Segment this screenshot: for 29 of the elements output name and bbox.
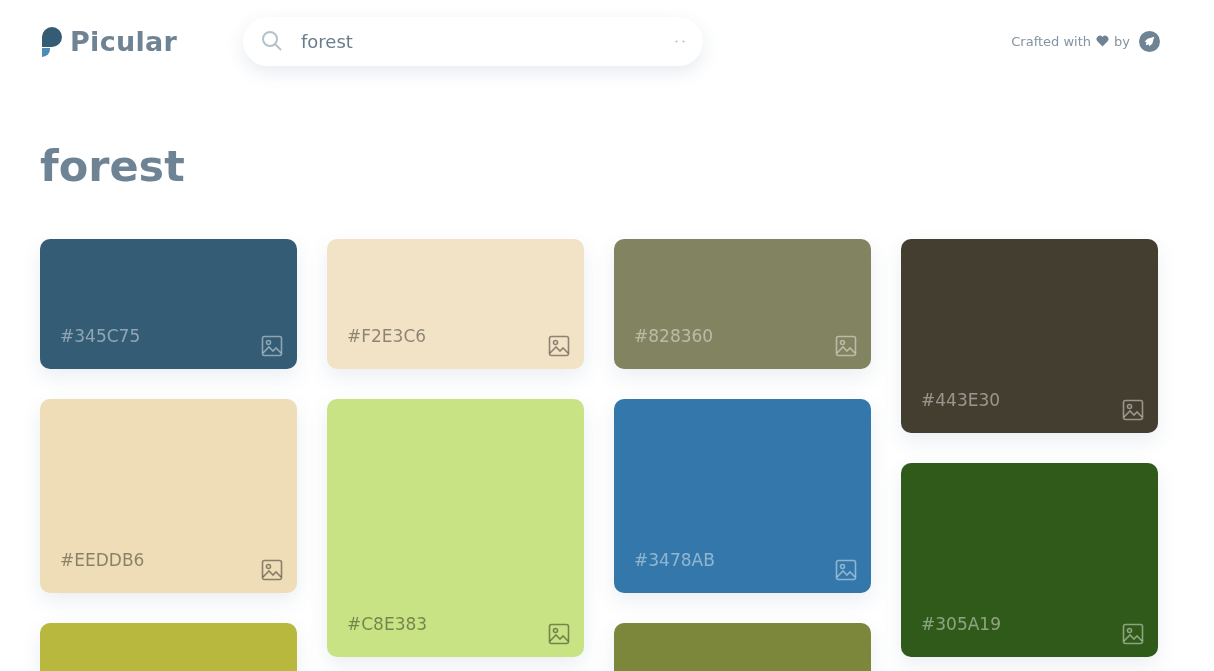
hex-code: #C8E383 [347, 613, 428, 636]
rocket-icon[interactable] [1139, 30, 1160, 52]
logo-text[interactable]: Picular [70, 25, 178, 57]
hex-code: #443E30 [921, 389, 1001, 412]
color-card[interactable]: #305A19 [901, 463, 1158, 657]
search-field[interactable]: forest [299, 29, 659, 53]
loading-icon [675, 39, 685, 43]
credit-text: Crafted with [1011, 33, 1092, 49]
hex-code: #305A19 [921, 613, 1001, 636]
hex-code: #828360 [634, 325, 714, 348]
hex-code: #F2E3C6 [347, 325, 427, 348]
credit-text: by [1114, 33, 1130, 49]
image-icon[interactable] [548, 335, 570, 357]
page-title: forest [40, 140, 186, 192]
heart-icon [1096, 35, 1110, 47]
hex-code: #EEDDB6 [60, 549, 145, 572]
image-icon[interactable] [548, 623, 570, 645]
color-card[interactable]: #3478AB [614, 399, 871, 593]
color-card[interactable]: #F2E3C6 [327, 239, 584, 369]
hex-code: #3478AB [634, 549, 715, 572]
color-card[interactable]: #345C75 [40, 239, 297, 369]
image-icon[interactable] [261, 559, 283, 581]
logo-icon [40, 25, 62, 57]
color-card[interactable]: #C8E383 [327, 399, 584, 657]
color-card[interactable]: #443E30 [901, 239, 1158, 433]
hex-code: #345C75 [60, 325, 141, 348]
color-card[interactable]: #828360 [614, 239, 871, 369]
color-card[interactable]: #EEDDB6 [40, 399, 297, 593]
search-icon [261, 30, 283, 52]
